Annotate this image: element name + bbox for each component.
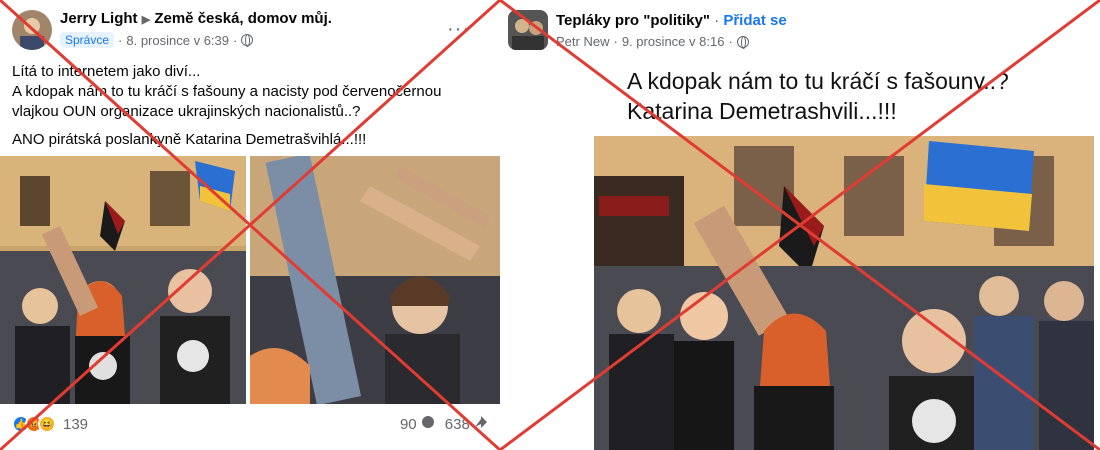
text-line: Lítá to internetem jako diví... [12, 63, 201, 80]
timestamp[interactable]: 8. prosince v 6:39 [126, 33, 229, 48]
image-headline: A kdopak nám to tu kráčí s fašouny..? Ka… [627, 66, 1009, 126]
post-meta: Správce · 8. prosince v 6:39 · [60, 32, 254, 48]
more-icon[interactable]: ··· [447, 18, 470, 41]
author-name[interactable]: Jerry Light [60, 10, 138, 27]
post-photo[interactable] [0, 156, 246, 404]
left-post: Jerry Light ▶ Země česká, domov můj. Spr… [0, 0, 500, 450]
post-header: Jerry Light ▶ Země česká, domov můj. [60, 10, 332, 27]
share-count-group[interactable]: 638 [445, 415, 488, 433]
headline-line: Katarina Demetrashvili...!!! [627, 98, 897, 124]
post-photo[interactable] [250, 156, 500, 404]
text-line: ANO pirátská poslankyně Katarina Demetra… [12, 131, 367, 148]
reaction-count[interactable]: 139 [63, 416, 88, 433]
timestamp[interactable]: 9. prosince v 8:16 [622, 34, 725, 49]
reactions-bar[interactable]: 👍 😡 😆 139 [12, 415, 88, 433]
join-group-link[interactable]: Přidat se [723, 12, 786, 29]
share-icon [475, 416, 487, 428]
post-text: Lítá to internetem jako diví... A kdopak … [12, 62, 482, 158]
engagement-counts: 90 638 [400, 415, 488, 433]
arrow-right-icon: ▶ [141, 14, 151, 26]
right-post: Tepláky pro "politiky" · Přidat se Petr … [500, 0, 1100, 450]
globe-icon [736, 35, 749, 49]
group-name[interactable]: Tepláky pro "politiky" [556, 12, 710, 29]
post-photo[interactable] [594, 136, 1094, 450]
headline-line: A kdopak nám to tu kráčí s fašouny..? [627, 68, 1009, 94]
text-line: A kdopak nám to tu kráčí s fašouny a nac… [12, 83, 442, 120]
comment-count-group[interactable]: 90 [400, 415, 435, 433]
group-name[interactable]: Země česká, domov můj. [154, 10, 332, 27]
role-badge: Správce [60, 32, 115, 48]
post-meta: Petr New · 9. prosince v 8:16 · [556, 34, 749, 49]
author-name[interactable]: Petr New [556, 34, 609, 49]
globe-icon [241, 34, 254, 47]
comment-icon [421, 416, 434, 428]
group-avatar[interactable] [508, 10, 548, 50]
share-count: 638 [444, 416, 470, 433]
author-avatar[interactable] [12, 10, 52, 50]
comment-count: 90 [399, 416, 417, 433]
post-header: Tepláky pro "politiky" · Přidat se [556, 12, 787, 29]
haha-icon: 😆 [38, 415, 56, 433]
